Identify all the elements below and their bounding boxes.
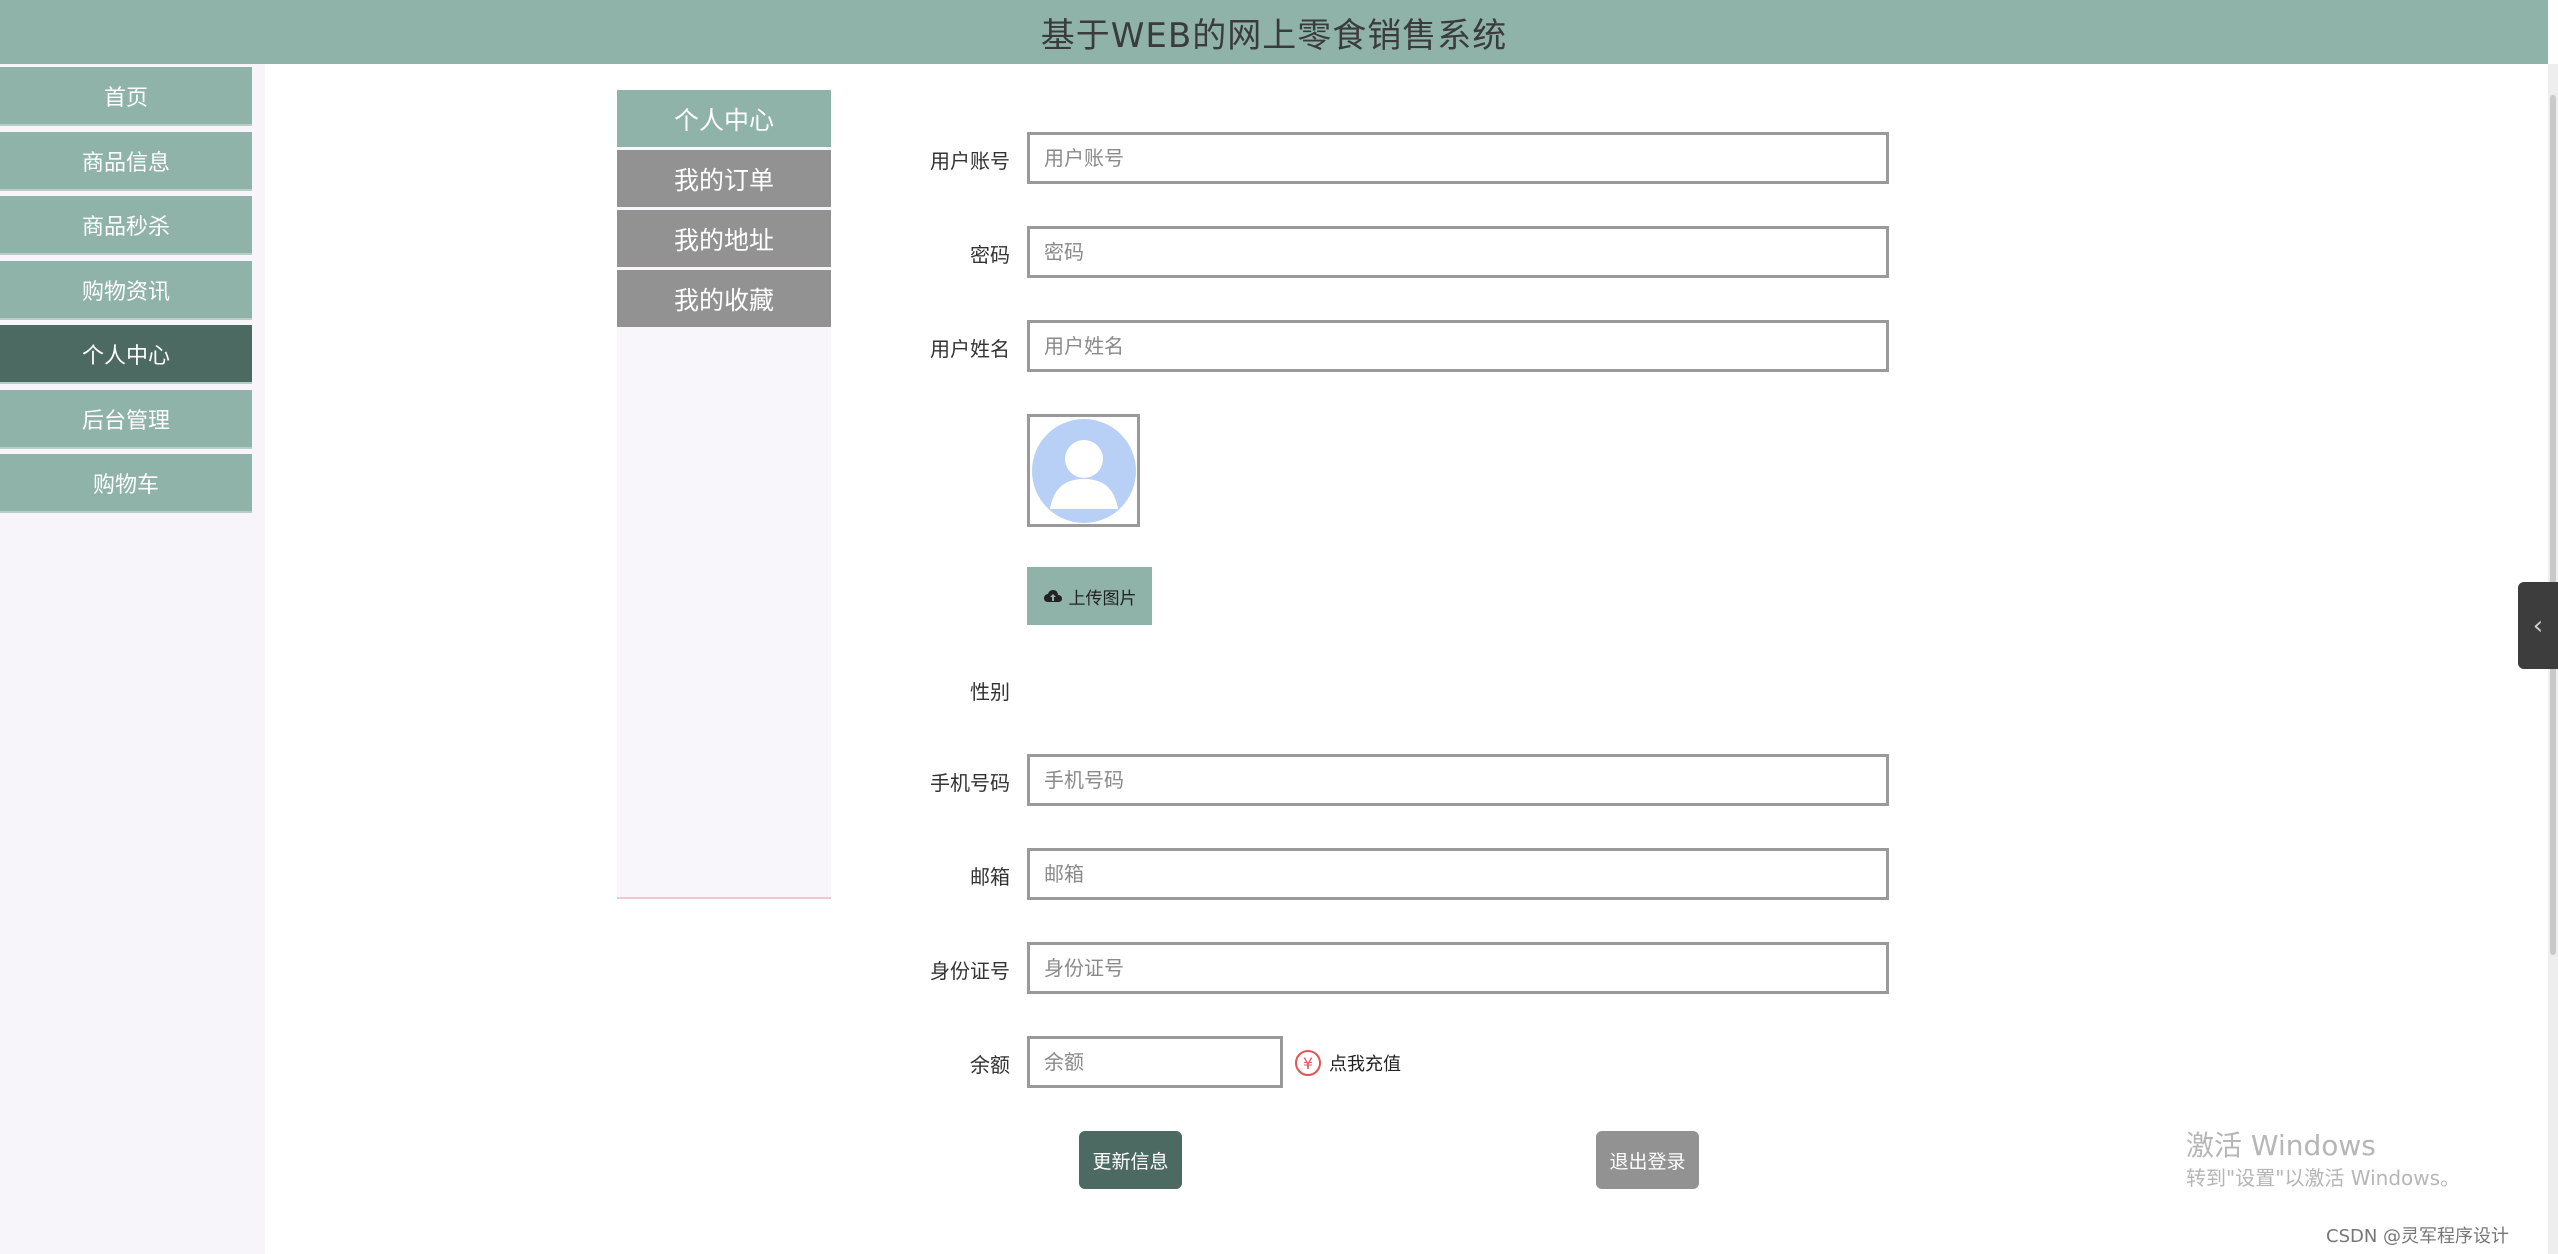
yen-icon: ¥ [1295, 1050, 1321, 1076]
realname-label: 用户姓名 [930, 337, 1010, 361]
sidebar-item-products[interactable]: 商品信息 [0, 132, 252, 189]
realname-input[interactable] [1027, 320, 1889, 372]
upload-image-button[interactable]: 上传图片 [1027, 567, 1152, 625]
side-panel-toggle[interactable]: ‹ [2518, 582, 2558, 669]
balance-input[interactable] [1027, 1036, 1283, 1088]
idcard-input[interactable] [1027, 942, 1889, 994]
sidebar-item-admin[interactable]: 后台管理 [0, 390, 252, 447]
subnav-item-favorites[interactable]: 我的收藏 [617, 270, 831, 327]
upload-image-label: 上传图片 [1068, 588, 1137, 609]
sidebar-item-news[interactable]: 购物资讯 [0, 261, 252, 318]
scrollbar-thumb[interactable] [2550, 95, 2556, 955]
windows-activation-subtitle: 转到"设置"以激活 Windows。 [2186, 1166, 2461, 1190]
update-info-button[interactable]: 更新信息 [1079, 1131, 1182, 1189]
email-label: 邮箱 [970, 865, 1010, 889]
subnav-item-addresses[interactable]: 我的地址 [617, 210, 831, 267]
username-input[interactable] [1027, 132, 1889, 184]
sidebar-item-cart[interactable]: 购物车 [0, 454, 252, 511]
recharge-link[interactable]: ¥ 点我充值 [1295, 1046, 1401, 1080]
username-label: 用户账号 [930, 149, 1010, 173]
balance-label: 余额 [970, 1053, 1010, 1077]
logout-button[interactable]: 退出登录 [1596, 1131, 1699, 1189]
personal-subnav: 个人中心 我的订单 我的地址 我的收藏 [617, 90, 831, 899]
subnav-item-personal-center[interactable]: 个人中心 [617, 90, 831, 147]
phone-input[interactable] [1027, 754, 1889, 806]
avatar [1027, 414, 1140, 527]
idcard-label: 身份证号 [930, 959, 1010, 983]
password-input[interactable] [1027, 226, 1889, 278]
password-label: 密码 [970, 243, 1010, 267]
csdn-credit: CSDN @灵军程序设计 [2326, 1226, 2510, 1247]
email-input[interactable] [1027, 848, 1889, 900]
page-title: 基于WEB的网上零食销售系统 [1040, 15, 1508, 56]
sidebar-item-home[interactable]: 首页 [0, 67, 252, 124]
sidebar-item-personal-center[interactable]: 个人中心 [0, 325, 252, 382]
subnav-item-orders[interactable]: 我的订单 [617, 150, 831, 207]
windows-activation-title: 激活 Windows [2186, 1129, 2376, 1162]
sidebar: 首页 商品信息 商品秒杀 购物资讯 个人中心 后台管理 购物车 [0, 64, 265, 1254]
sidebar-item-flash-sale[interactable]: 商品秒杀 [0, 196, 252, 253]
cloud-upload-icon [1043, 590, 1062, 602]
user-avatar-icon [1031, 418, 1136, 523]
gender-label: 性别 [970, 680, 1010, 704]
header-bar: 基于WEB的网上零食销售系统 [0, 0, 2548, 64]
chevron-left-icon: ‹ [2532, 610, 2544, 641]
phone-label: 手机号码 [930, 771, 1010, 795]
recharge-label: 点我充值 [1329, 1054, 1401, 1075]
